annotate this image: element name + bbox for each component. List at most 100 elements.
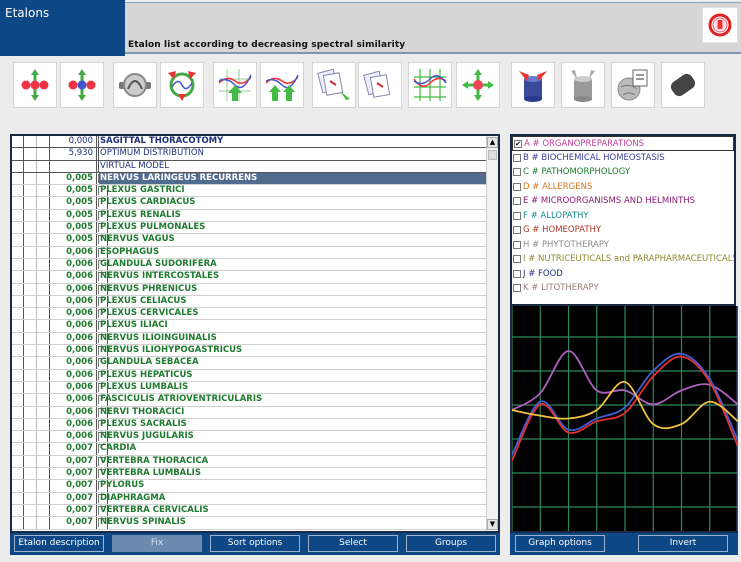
toolbar-button-8[interactable]: [358, 62, 402, 108]
etalon-row[interactable]: 0,005 NERVUS LARINGEUS RECURRENS: [12, 172, 488, 186]
etalon-row[interactable]: 0,005 PLEXUS GASTRICI: [12, 185, 488, 198]
row-marker[interactable]: [12, 468, 24, 480]
row-marker[interactable]: [12, 492, 24, 504]
list-scrollbar[interactable]: ▲ ▼: [486, 136, 498, 531]
row-marker[interactable]: [12, 332, 24, 345]
row-marker[interactable]: [12, 480, 24, 492]
group-item[interactable]: F # ALLOPATHY: [512, 209, 734, 224]
row-marker[interactable]: [12, 381, 24, 394]
group-item[interactable]: ✔ A # ORGANOPREPARATIONS: [512, 136, 734, 151]
toolbar-button-14[interactable]: [661, 62, 705, 108]
group-item[interactable]: B # BIOCHEMICAL HOMEOSTASIS: [512, 151, 734, 166]
etalon-row[interactable]: 0,007 DIAPHRAGMA: [12, 492, 488, 505]
row-marker[interactable]: [12, 197, 24, 209]
checkbox-icon[interactable]: [513, 284, 521, 292]
toolbar-button-7[interactable]: [312, 62, 356, 108]
toolbar-button-2[interactable]: [60, 62, 104, 108]
etalon-row[interactable]: 0,007 NERVUS SPINALIS: [12, 517, 488, 530]
etalon-row[interactable]: 0,007 CARDIA: [12, 443, 488, 456]
etalon-row[interactable]: 0,006 NERVUS ILIOINGUINALIS: [12, 332, 488, 346]
row-marker[interactable]: [12, 443, 24, 455]
etalon-description-button[interactable]: Etalon description: [14, 535, 104, 552]
row-marker[interactable]: [12, 271, 24, 283]
checkbox-icon[interactable]: [513, 269, 521, 278]
select-button[interactable]: Select: [308, 535, 398, 552]
row-marker[interactable]: [12, 369, 24, 381]
invert-button[interactable]: Invert: [638, 535, 728, 552]
etalon-row[interactable]: 0,006 PLEXUS SACRALIS: [12, 418, 488, 432]
etalon-row[interactable]: 0,006 PLEXUS HEPATICUS: [12, 369, 488, 382]
checkbox-icon[interactable]: [513, 226, 521, 234]
scroll-up-icon[interactable]: ▲: [487, 137, 498, 148]
toolbar-button-13[interactable]: [611, 62, 655, 108]
row-marker[interactable]: [12, 455, 24, 468]
toolbar-button-3[interactable]: [113, 62, 157, 108]
row-marker[interactable]: [12, 320, 24, 332]
row-marker[interactable]: [12, 234, 24, 246]
etalon-row[interactable]: 0,007 VERTEBRA LUMBALIS: [12, 468, 488, 481]
sort-options-button[interactable]: Sort options: [210, 535, 300, 552]
row-marker[interactable]: [12, 431, 24, 443]
toolbar-button-10[interactable]: [456, 62, 500, 108]
exit-button[interactable]: [702, 7, 738, 43]
row-marker[interactable]: [12, 246, 24, 258]
etalon-row[interactable]: 0,006 ESOPHAGUS: [12, 246, 488, 259]
etalon-row[interactable]: 0,007 VERTEBRA THORACICA: [12, 455, 488, 469]
group-item[interactable]: D # ALLERGENS: [512, 180, 734, 195]
row-marker[interactable]: [12, 504, 24, 517]
toolbar-button-1[interactable]: [13, 62, 57, 108]
group-item[interactable]: G # HOMEOPATHY: [512, 223, 734, 238]
toolbar-button-11[interactable]: [511, 62, 555, 108]
etalon-row[interactable]: 0,006 NERVUS PHRENICUS: [12, 283, 488, 296]
reference-row[interactable]: VIRTUAL MODEL: [12, 160, 488, 173]
row-marker[interactable]: [12, 394, 24, 406]
etalon-row[interactable]: 0,006 NERVUS ILIOHYPOGASTRICUS: [12, 345, 488, 358]
row-marker[interactable]: [12, 172, 24, 185]
etalon-row[interactable]: 0,006 PLEXUS ILIACI: [12, 320, 488, 333]
etalon-row[interactable]: 0,005 PLEXUS PULMONALES: [12, 222, 488, 235]
reference-row[interactable]: 0,000 SAGITTAL THORACOTOMY: [12, 136, 488, 149]
reference-row[interactable]: 5,930 OPTIMUM DISTRIBUTION: [12, 148, 488, 161]
group-item[interactable]: E # MICROORGANISMS AND HELMINTHS: [512, 194, 734, 209]
scroll-down-icon[interactable]: ▼: [487, 519, 498, 530]
row-marker[interactable]: [12, 517, 24, 529]
etalon-row[interactable]: 0,005 PLEXUS CARDIACUS: [12, 197, 488, 210]
etalon-row[interactable]: 0,006 PLEXUS CELIACUS: [12, 295, 488, 309]
graph-options-button[interactable]: Graph options: [515, 535, 605, 552]
fix-button[interactable]: Fix: [112, 535, 202, 552]
group-item[interactable]: I # NUTRICEUTICALS and PARAPHARMACEUTICA…: [512, 252, 734, 267]
row-marker[interactable]: [12, 345, 24, 357]
checkbox-icon[interactable]: [513, 182, 521, 191]
scroll-thumb[interactable]: [488, 150, 497, 160]
groups-button[interactable]: Groups: [406, 535, 496, 552]
checkbox-icon[interactable]: [513, 153, 521, 162]
checkbox-icon[interactable]: [513, 255, 521, 263]
group-item[interactable]: C # PATHOMORPHOLOGY: [512, 165, 734, 180]
toolbar-button-6[interactable]: [260, 62, 304, 108]
row-marker[interactable]: [12, 185, 24, 197]
etalon-row[interactable]: 0,006 PLEXUS LUMBALIS: [12, 381, 488, 395]
row-marker[interactable]: [12, 308, 24, 320]
etalon-row[interactable]: 0,006 FASCICULIS ATRIOVENTRICULARIS: [12, 394, 488, 407]
checkbox-icon[interactable]: ✔: [514, 140, 522, 148]
row-marker[interactable]: [12, 222, 24, 234]
etalon-row[interactable]: 0,006 NERVI THORACICI: [12, 406, 488, 419]
row-marker[interactable]: [12, 283, 24, 295]
etalon-row[interactable]: 0,006 PLEXUS CERVICALES: [12, 308, 488, 321]
group-item[interactable]: H # PHYTOTHERAPY: [512, 238, 734, 253]
checkbox-icon[interactable]: [513, 168, 521, 176]
group-item[interactable]: J # FOOD: [512, 267, 734, 282]
checkbox-icon[interactable]: [513, 197, 521, 205]
etalon-row[interactable]: 0,005 NERVUS VAGUS: [12, 234, 488, 247]
etalon-row[interactable]: 0,007 PYLORUS: [12, 480, 488, 493]
checkbox-icon[interactable]: [513, 240, 521, 249]
etalon-row[interactable]: 0,006 GLANDULA SEBACEA: [12, 357, 488, 370]
row-marker[interactable]: [12, 418, 24, 431]
etalon-row[interactable]: 0,006 NERVUS INTERCOSTALES: [12, 271, 488, 284]
toolbar-button-4[interactable]: [160, 62, 204, 108]
row-marker[interactable]: [12, 258, 24, 271]
checkbox-icon[interactable]: [513, 211, 521, 220]
row-marker[interactable]: [12, 295, 24, 308]
row-marker[interactable]: [12, 209, 24, 222]
toolbar-button-12[interactable]: [561, 62, 605, 108]
